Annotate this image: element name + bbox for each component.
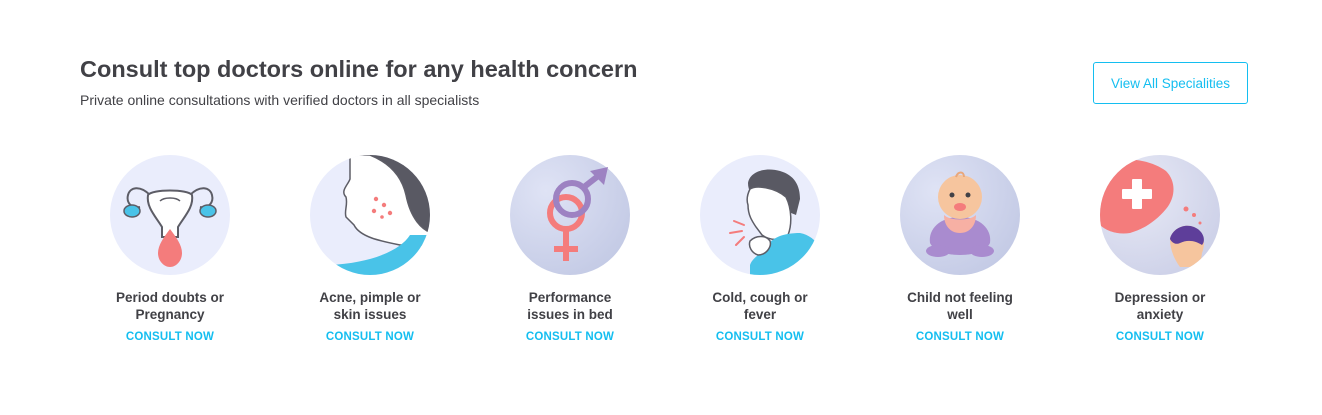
section-subtitle: Private online consultations with verifi… — [80, 92, 480, 108]
baby-icon — [900, 155, 1020, 275]
coughing-person-icon — [700, 155, 820, 275]
consult-now-link[interactable]: CONSULT NOW — [716, 331, 804, 343]
gender-symbols-icon — [510, 155, 630, 275]
view-all-specialities-button[interactable]: View All Specialities — [1093, 62, 1248, 104]
specialty-name: Performance issues in bed — [527, 290, 613, 322]
consult-now-link[interactable]: CONSULT NOW — [126, 331, 214, 343]
specialty-name: Period doubts or Pregnancy — [116, 290, 224, 322]
uterus-icon — [110, 155, 230, 275]
specialty-name: Acne, pimple or skin issues — [319, 290, 421, 322]
consult-now-link[interactable]: CONSULT NOW — [526, 331, 614, 343]
specialty-card-period-pregnancy[interactable]: Period doubts or Pregnancy CONSULT NOW — [70, 155, 270, 345]
consult-now-link[interactable]: CONSULT NOW — [326, 331, 414, 343]
acne-face-icon — [310, 155, 430, 275]
specialty-card-acne[interactable]: Acne, pimple or skin issues CONSULT NOW — [270, 155, 470, 345]
consult-now-link[interactable]: CONSULT NOW — [916, 331, 1004, 343]
mental-health-icon — [1100, 155, 1220, 275]
consult-now-link[interactable]: CONSULT NOW — [1116, 331, 1204, 343]
specialty-name: Depression or anxiety — [1114, 290, 1206, 322]
specialty-card-depression[interactable]: Depression or anxiety CONSULT NOW — [1060, 155, 1260, 345]
specialty-list: Period doubts or Pregnancy CONSULT NOW A… — [0, 155, 1322, 355]
specialty-card-cold-cough[interactable]: Cold, cough or fever CONSULT NOW — [660, 155, 860, 345]
specialty-card-child[interactable]: Child not feeling well CONSULT NOW — [860, 155, 1060, 345]
specialty-card-performance[interactable]: Performance issues in bed CONSULT NOW — [470, 155, 670, 345]
specialty-name: Child not feeling well — [907, 290, 1013, 322]
section-header: Consult top doctors online for any healt… — [80, 56, 638, 108]
specialty-name: Cold, cough or fever — [712, 290, 808, 322]
section-title: Consult top doctors online for any healt… — [80, 56, 638, 82]
